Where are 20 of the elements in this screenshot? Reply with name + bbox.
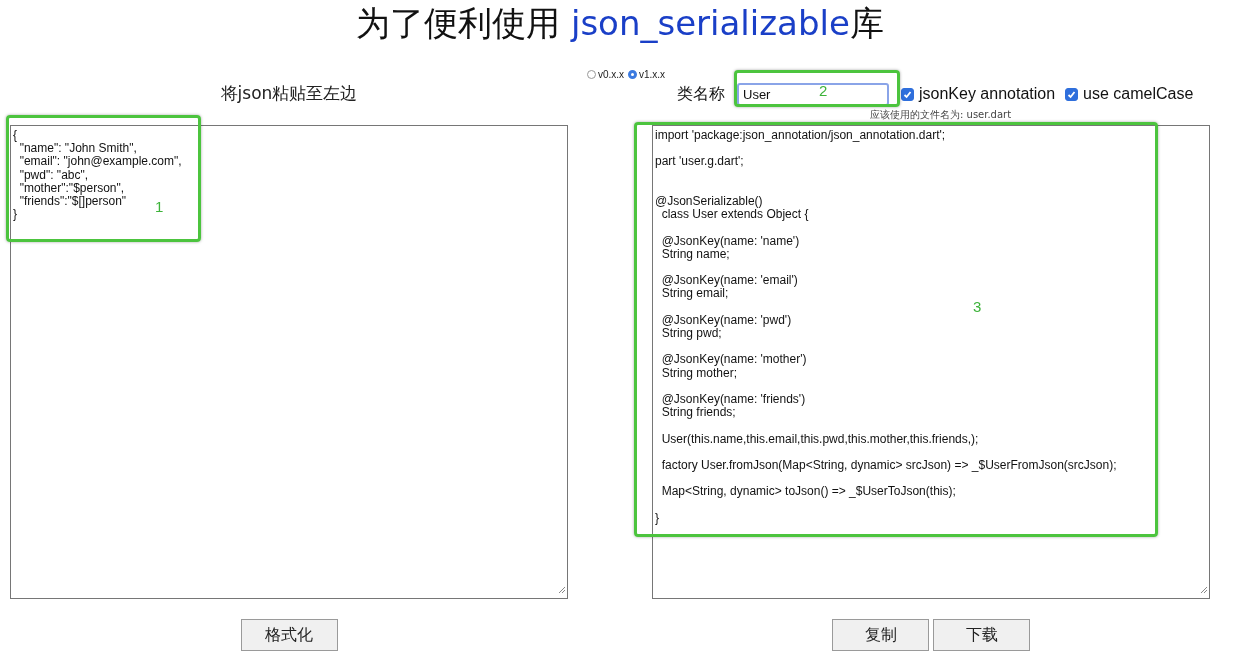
resize-handle-icon[interactable] bbox=[1200, 585, 1208, 594]
radio-button[interactable] bbox=[628, 69, 637, 79]
radio-label[interactable]: v0.x.x bbox=[597, 68, 624, 80]
annotation-number: 2 bbox=[819, 82, 828, 99]
checkbox-label[interactable]: jsonKey annotation bbox=[919, 85, 1056, 103]
page-title: 为了便利使用 json_serializable库 bbox=[355, 2, 885, 45]
class-name-label: 类名称 bbox=[677, 83, 725, 105]
annotation-number: 3 bbox=[973, 298, 982, 315]
checkbox[interactable] bbox=[1065, 87, 1079, 101]
checkbox[interactable] bbox=[901, 87, 914, 101]
input-label: 将json粘贴至左边 bbox=[219, 82, 359, 105]
annotation-number: 1 bbox=[155, 198, 164, 215]
radio-button[interactable] bbox=[586, 69, 596, 79]
resize-handle-icon[interactable] bbox=[558, 585, 566, 594]
file-name-hint: 应该使用的文件名为: user.dart bbox=[869, 108, 1013, 121]
action-button[interactable]: 格式化 bbox=[240, 619, 338, 651]
radio-label[interactable]: v1.x.x bbox=[639, 68, 666, 80]
action-button[interactable]: 复制 bbox=[832, 619, 929, 651]
action-button[interactable]: 下载 bbox=[933, 619, 1030, 651]
checkbox-label[interactable]: use camelCase bbox=[1083, 85, 1194, 103]
